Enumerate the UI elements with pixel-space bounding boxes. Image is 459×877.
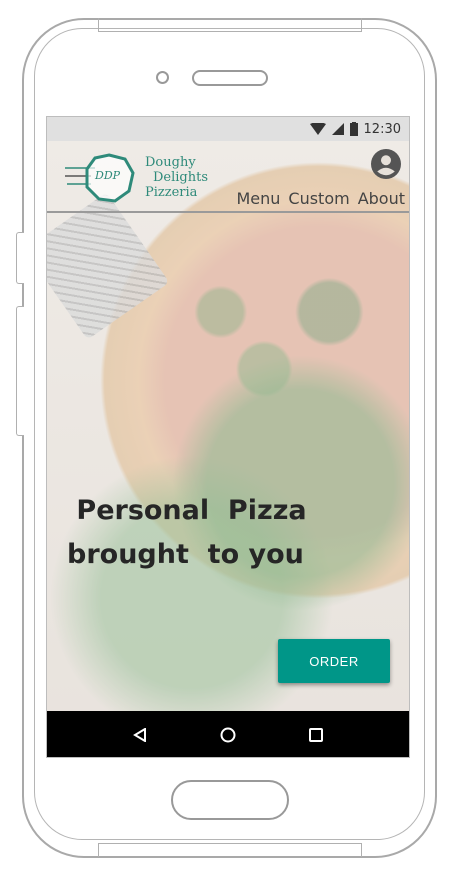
back-icon[interactable] <box>133 728 147 742</box>
power-button <box>16 306 24 436</box>
hero-text: Personal Pizza brought to you <box>67 489 307 577</box>
hero-line: Personal Pizza <box>67 495 307 526</box>
brand-name: Doughy Delights Pizzeria <box>145 155 208 200</box>
app-header: DDP Doughy Delights Pizzeria Menu Custom… <box>47 141 409 213</box>
home-page: DDP Doughy Delights Pizzeria Menu Custom… <box>47 141 409 711</box>
status-bar: 12:30 <box>47 117 409 141</box>
system-nav-bar <box>47 711 409 757</box>
brand-line: Doughy <box>145 155 196 170</box>
battery-icon <box>349 122 358 136</box>
hardware-home-button[interactable] <box>171 780 289 820</box>
phone-top-edge <box>98 18 362 32</box>
status-time: 12:30 <box>363 121 401 137</box>
speaker <box>192 70 268 86</box>
screen: 12:30 DDP Doughy Delights Pizzeria Menu … <box>46 116 410 758</box>
home-icon[interactable] <box>220 727 236 743</box>
hero-line: brought to you <box>67 539 304 570</box>
logo-monogram: DDP <box>95 169 121 182</box>
main-nav: Menu Custom About <box>236 189 405 208</box>
brand-line: Delights <box>153 170 209 185</box>
volume-button <box>16 232 24 284</box>
account-circle-icon[interactable] <box>371 149 401 179</box>
camera <box>156 71 169 84</box>
nav-menu[interactable]: Menu <box>236 189 280 208</box>
recents-icon[interactable] <box>308 728 323 742</box>
background-image-overlay <box>47 141 409 711</box>
phone-bottom-edge <box>98 843 362 857</box>
wifi-icon <box>309 123 326 135</box>
nav-about[interactable]: About <box>358 189 405 208</box>
signal-icon <box>331 123 344 135</box>
brand-line: Pizzeria <box>145 185 198 200</box>
order-button[interactable]: ORDER <box>278 639 390 683</box>
nav-custom[interactable]: Custom <box>288 189 349 208</box>
